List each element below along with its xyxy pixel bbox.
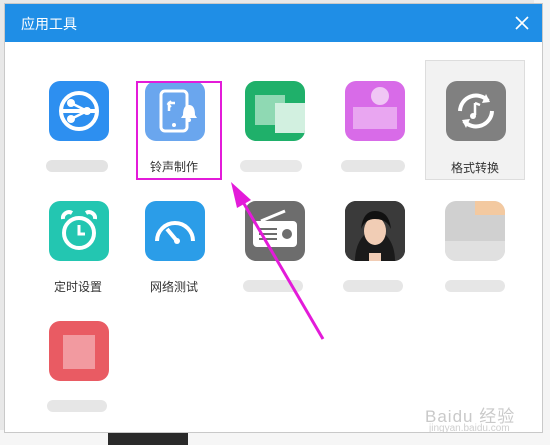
tool-tile-blurred-green[interactable]: [225, 64, 323, 184]
alarm-clock-icon: [49, 201, 109, 261]
format-convert-icon: [446, 81, 506, 141]
blurred-label: [46, 160, 108, 172]
dialog-title: 应用工具: [21, 16, 77, 32]
blurred-app-icon: [49, 321, 109, 381]
tool-tile-timer[interactable]: 定时设置: [29, 184, 127, 304]
speedometer-icon: [145, 201, 205, 261]
tool-tile-blurred-red[interactable]: [29, 304, 127, 424]
tool-tile-share[interactable]: [29, 64, 127, 184]
ringtone-highlight-box: [136, 81, 222, 180]
share-icon: [49, 81, 109, 141]
portrait-photo-icon: [345, 201, 405, 261]
blurred-label: [240, 160, 302, 172]
blurred-label: [343, 280, 403, 292]
blurred-app-icon: [345, 81, 405, 141]
tool-label-format: 格式转换: [450, 161, 499, 175]
app-tools-dialog: 应用工具 铃声制作 格式转换 定时设置 网络测试 Baidu 经验 jingya…: [4, 3, 543, 433]
blurred-app-icon: [245, 81, 305, 141]
blurred-app-icon: [445, 201, 505, 261]
blurred-label: [341, 160, 405, 172]
tool-tile-blurred-gray[interactable]: [425, 184, 523, 304]
tool-tile-format[interactable]: 格式转换: [425, 60, 525, 180]
dialog-title-bar: 应用工具: [5, 4, 542, 42]
tool-tile-radio[interactable]: [225, 184, 323, 304]
blurred-label: [47, 400, 107, 412]
tool-tile-network[interactable]: 网络测试: [125, 184, 223, 304]
tool-label-network: 网络测试: [149, 280, 198, 294]
background-photo: [108, 432, 188, 445]
close-icon[interactable]: [512, 13, 532, 33]
tool-tile-photo[interactable]: [325, 184, 423, 304]
blurred-label: [243, 280, 303, 292]
baidu-watermark-url: jingyan.baidu.com: [429, 423, 510, 433]
tool-label-timer: 定时设置: [53, 280, 102, 294]
radio-icon: [245, 201, 305, 261]
tool-tile-blurred-pink[interactable]: [325, 64, 423, 184]
blurred-label: [445, 280, 505, 292]
